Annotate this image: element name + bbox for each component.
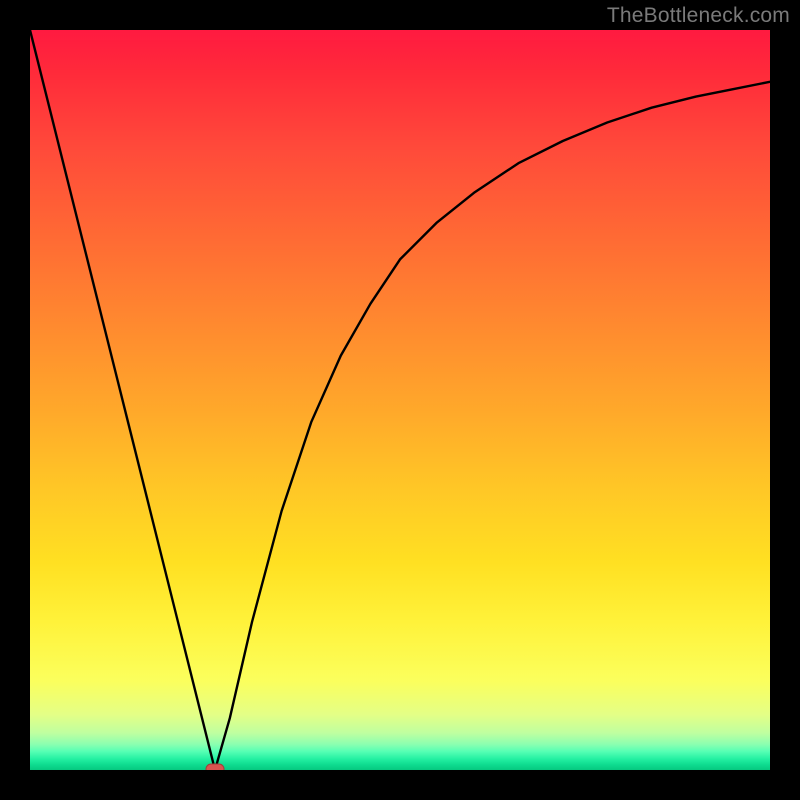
watermark-text: TheBottleneck.com [607,4,790,28]
bottleneck-curve [30,30,770,770]
chart-frame: TheBottleneck.com [0,0,800,800]
minimum-marker [206,764,224,770]
plot-area [30,30,770,770]
curve-layer [30,30,770,770]
